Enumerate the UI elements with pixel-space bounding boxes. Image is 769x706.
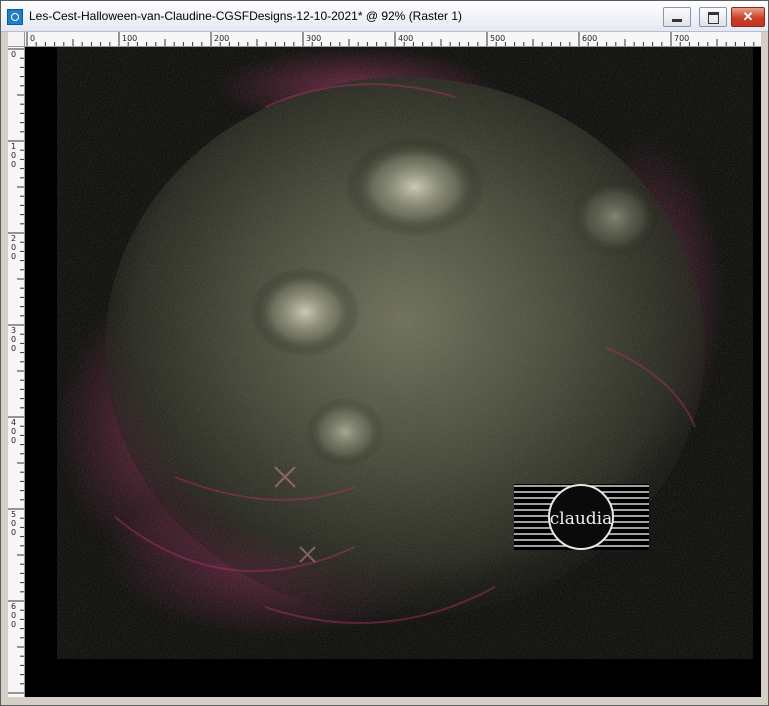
ruler-label: 0 — [11, 620, 16, 629]
ruler-label: 0 — [11, 151, 16, 160]
ruler-label: 2 — [11, 234, 16, 243]
ruler-label: 600 — [582, 34, 597, 43]
ruler-label: 6 — [11, 602, 16, 611]
ruler-label: 300 — [306, 34, 321, 43]
title-bar[interactable]: Les-Cest-Halloween-van-Claudine-CGSFDesi… — [1, 1, 768, 32]
ruler-label: 0 — [11, 344, 16, 353]
watermark-badge: claudia — [514, 484, 649, 550]
ruler-label: 0 — [11, 427, 16, 436]
ruler-label: 200 — [214, 34, 229, 43]
ruler-label: 0 — [11, 335, 16, 344]
watermark-logo: claudia — [514, 484, 649, 550]
ruler-label: 0 — [11, 611, 16, 620]
ruler-label: 0 — [11, 160, 16, 169]
document-icon — [7, 9, 23, 25]
ruler-label: 0 — [11, 243, 16, 252]
glow-center — [250, 267, 360, 357]
ruler-label: 0 — [11, 252, 16, 261]
glow-lower — [305, 397, 385, 467]
ruler-label: 0 — [30, 34, 35, 43]
close-button[interactable]: ✕ — [731, 7, 765, 27]
ruler-label: 700 — [674, 34, 689, 43]
maximize-button[interactable] — [699, 7, 727, 27]
ruler-label: 400 — [398, 34, 413, 43]
window-frame-left — [1, 32, 8, 697]
ruler-label: 1 — [11, 142, 16, 151]
minimize-icon — [672, 19, 682, 22]
close-icon: ✕ — [742, 9, 754, 24]
watermark-text: claudia — [550, 509, 613, 529]
image-canvas[interactable]: claudia — [25, 47, 761, 697]
ruler-label: 3 — [11, 326, 16, 335]
window-frame-right — [761, 32, 768, 705]
horizontal-ruler: 0 100 200 300 400 500 600 700 — [25, 32, 761, 47]
window-frame-bottom — [1, 697, 768, 705]
minimize-button[interactable] — [663, 7, 691, 27]
ruler-label: 0 — [11, 436, 16, 445]
glow-right — [570, 177, 660, 257]
window-title: Les-Cest-Halloween-van-Claudine-CGSFDesi… — [29, 9, 463, 23]
ruler-corner — [8, 32, 25, 47]
horizontal-ruler-ticks: 0 100 200 300 400 500 600 700 — [26, 32, 755, 46]
vertical-ruler: 0100200300400500600 — [8, 47, 25, 697]
ruler-label: 0 — [11, 528, 16, 537]
artwork — [25, 47, 761, 697]
ruler-label: 0 — [11, 519, 16, 528]
image-window: Les-Cest-Halloween-van-Claudine-CGSFDesi… — [0, 0, 769, 706]
ruler-label: 100 — [122, 34, 137, 43]
maximize-icon — [708, 12, 719, 24]
vertical-ruler-ticks: 0100200300400500600 — [8, 48, 24, 694]
ruler-label: 500 — [490, 34, 505, 43]
ruler-label: 4 — [11, 418, 16, 427]
ruler-label: 5 — [11, 510, 16, 519]
ruler-label: 0 — [11, 50, 16, 59]
glow-top — [345, 137, 485, 237]
